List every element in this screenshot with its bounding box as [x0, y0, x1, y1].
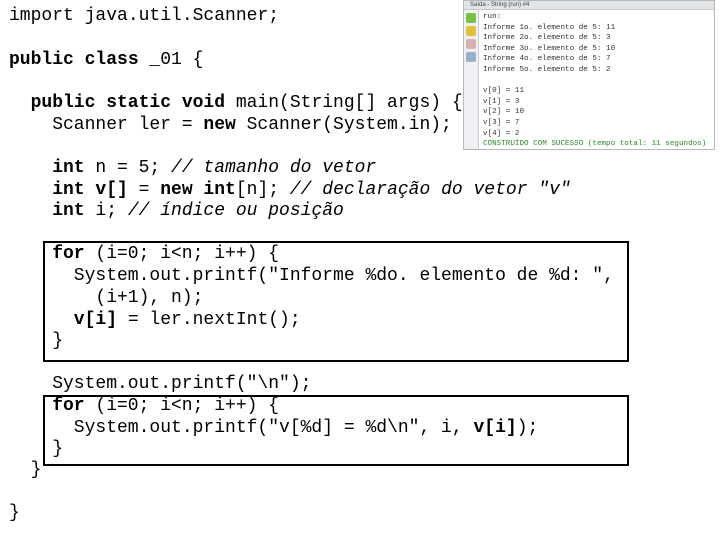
code-line: public static void main(String[] args) { — [31, 92, 463, 114]
code-token: public static void — [30, 93, 226, 113]
code-token: int — [52, 180, 85, 200]
code-token: Scanner(System.in); — [235, 115, 452, 135]
code-token: // declaração do vetor "v" — [289, 180, 571, 200]
console-line: run: — [483, 13, 502, 21]
code-token: int — [52, 158, 85, 178]
console-line: v[4] = 2 — [483, 129, 520, 138]
run-icon[interactable] — [466, 13, 476, 23]
code-line: } — [9, 502, 20, 524]
code-line: public class _01 { — [9, 49, 203, 71]
code-line: import java.util.Scanner; — [9, 5, 279, 27]
code-token: } — [30, 460, 42, 480]
code-token: import java.util.Scanner; — [9, 6, 280, 26]
code-token: = — [127, 180, 161, 200]
console-line: v[3] = 7 — [483, 118, 520, 127]
console-output-window: Saída - String (run) #4 run: Informe 1o. … — [463, 0, 715, 150]
code-token: main(String[] args) { — [225, 93, 463, 113]
build-status: CONSTRUÍDO COM SUCESSO (tempo total: 11 … — [483, 140, 707, 149]
console-line: Informe 1o. elemento de 5: 11 — [483, 23, 616, 32]
code-token: v[] — [95, 180, 128, 200]
code-token: new — [203, 115, 236, 135]
code-line: int i; // índice ou posição — [52, 200, 344, 222]
console-line: v[1] = 3 — [483, 97, 520, 106]
console-line: Informe 2o. elemento de 5: 3 — [483, 34, 611, 43]
code-line: System.out.printf("\n"); — [52, 373, 311, 395]
console-text: run: Informe 1o. elemento de 5: 11 Informe… — [483, 12, 706, 150]
code-token: System.out.printf("\n"); — [52, 374, 312, 394]
code-line: } — [31, 459, 42, 481]
stop-icon[interactable] — [466, 39, 476, 49]
code-token: // índice ou posição — [127, 201, 344, 221]
highlight-box-output-loop — [43, 395, 629, 466]
console-line: v[0] = 11 — [483, 87, 525, 96]
rerun-icon[interactable] — [466, 26, 476, 36]
console-title: Saída - String (run) #4 — [464, 1, 714, 10]
code-line: int v[] = new int[n]; // declaração do v… — [52, 179, 571, 201]
console-line: Informe 5o. elemento de 5: 2 — [483, 65, 611, 74]
code-line: Scanner ler = new Scanner(System.in); — [52, 114, 452, 136]
code-token: [n]; — [235, 180, 290, 200]
console-line: v[2] = 10 — [483, 108, 525, 117]
settings-icon[interactable] — [466, 52, 476, 62]
code-token: Scanner ler = — [52, 115, 204, 135]
highlight-box-input-loop — [43, 241, 629, 362]
code-token: } — [9, 503, 20, 523]
code-token: public class — [9, 50, 139, 70]
code-token: _01 { — [138, 50, 204, 70]
code-token: new int — [160, 180, 236, 200]
code-token: i; — [84, 201, 128, 221]
code-token: int — [52, 201, 85, 221]
console-toolbar — [464, 10, 479, 149]
code-line: int n = 5; // tamanho do vetor — [52, 157, 376, 179]
code-token: // tamanho do vetor — [171, 158, 377, 178]
console-line: Informe 4o. elemento de 5: 7 — [483, 55, 611, 64]
console-line: Informe 3o. elemento de 5: 10 — [483, 44, 616, 53]
code-token: n = 5; — [84, 158, 172, 178]
